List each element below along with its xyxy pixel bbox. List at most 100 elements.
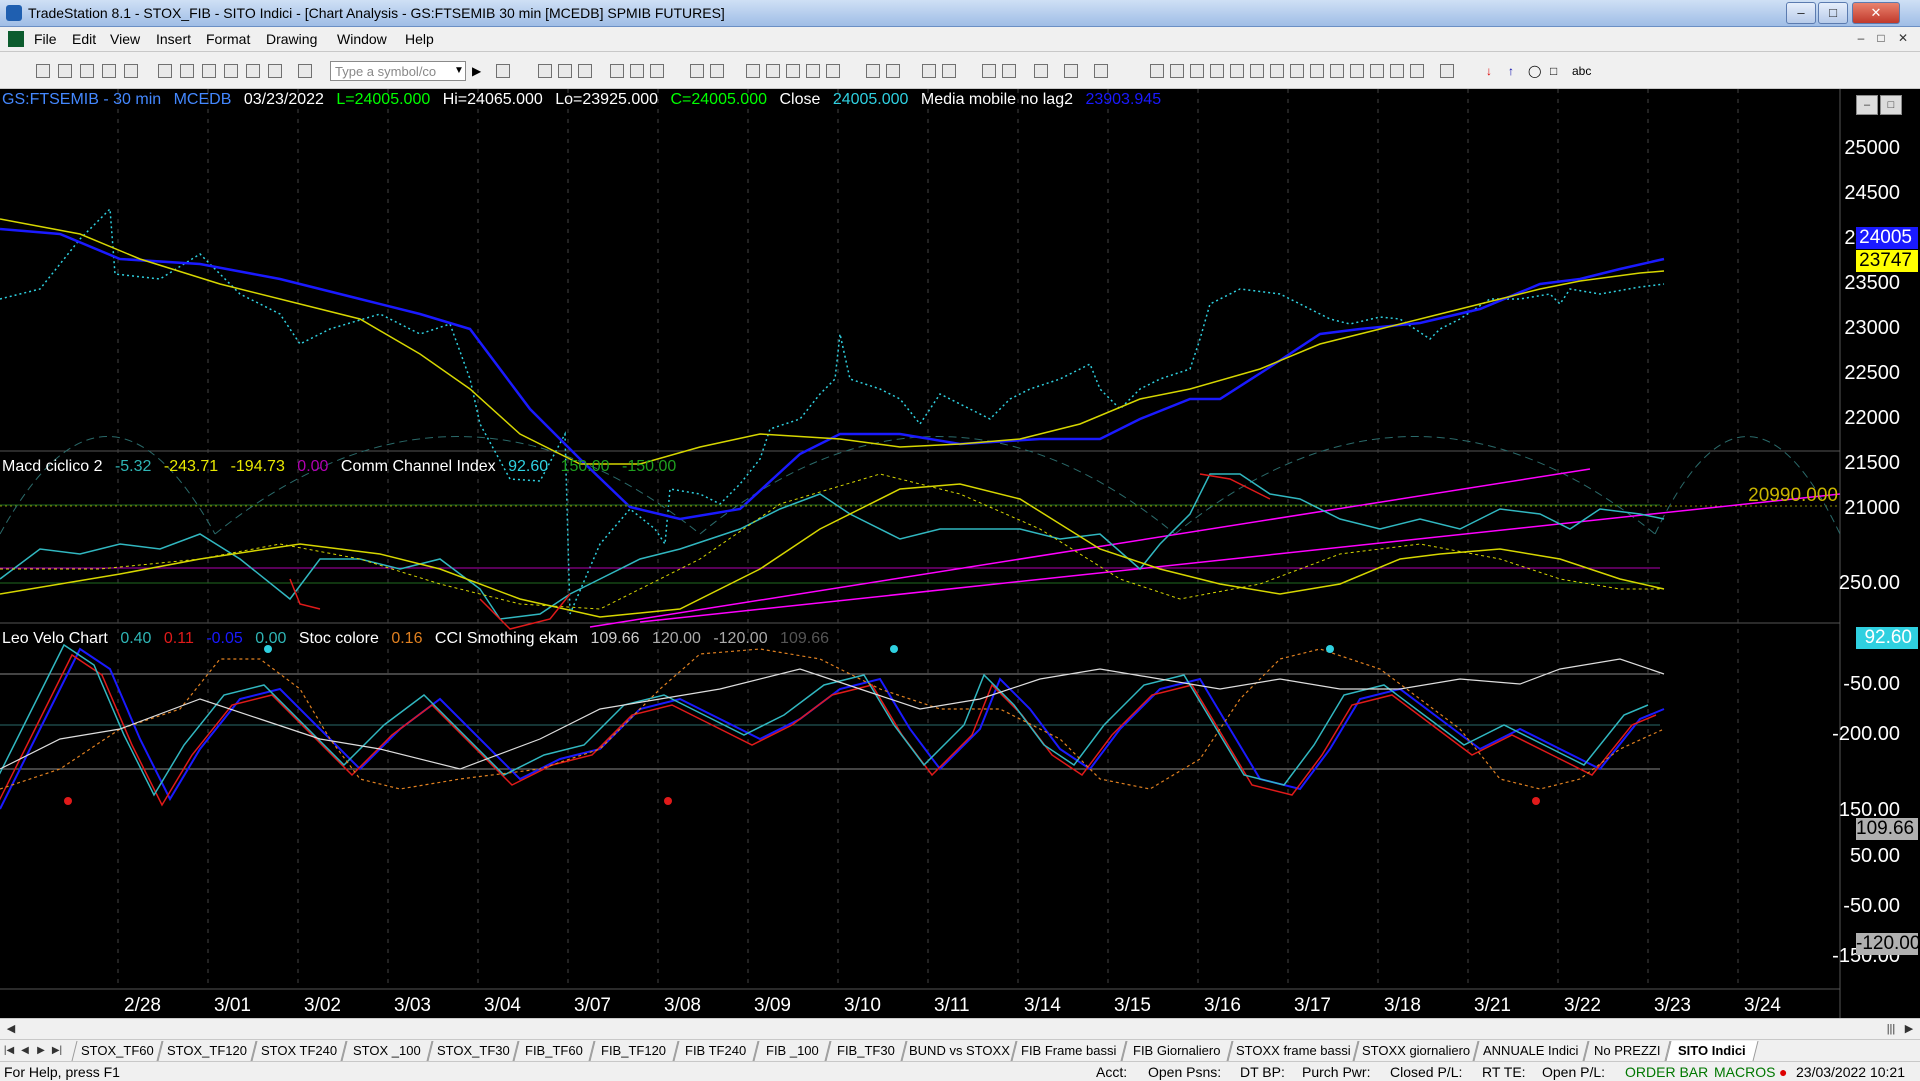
symbol-input[interactable]: Type a symbol/co	[330, 61, 466, 81]
find-icon[interactable]	[496, 64, 510, 78]
menu-drawing[interactable]: Drawing	[266, 31, 317, 47]
tab-stox-tf30[interactable]: STOX_TF30	[427, 1041, 519, 1061]
crosshair-icon[interactable]	[1002, 64, 1016, 78]
zoom-out-icon[interactable]	[942, 64, 956, 78]
tab-fib-tf240[interactable]: FIB TF240	[673, 1041, 759, 1061]
tab-sito-indici[interactable]: SITO Indici	[1665, 1041, 1759, 1061]
indicator-icon[interactable]	[630, 64, 644, 78]
tab-stoxx-frame-bassi[interactable]: STOXX frame bassi	[1227, 1041, 1359, 1061]
menu-help[interactable]: Help	[405, 31, 434, 47]
link-icon[interactable]	[710, 64, 724, 78]
status-order-bar[interactable]: ORDER BAR	[1625, 1064, 1708, 1080]
gear-icon[interactable]	[746, 64, 760, 78]
zoom-in-icon[interactable]	[922, 64, 936, 78]
horizontal-line-icon[interactable]	[1190, 64, 1204, 78]
folder-icon[interactable]	[124, 64, 138, 78]
tab-stox-100[interactable]: STOX _100	[341, 1041, 433, 1061]
tab-fib-tf120[interactable]: FIB_TF120	[589, 1041, 679, 1061]
scroll-left-icon[interactable]: ◀	[2, 1020, 20, 1038]
play-arrow-icon[interactable]: ▶	[472, 64, 481, 78]
text-tool-icon[interactable]: abc	[1572, 64, 1591, 78]
scroll-right-icon[interactable]: ▶	[1900, 1020, 1918, 1038]
arrow-lr-icon[interactable]	[1330, 64, 1344, 78]
window-icon[interactable]	[690, 64, 704, 78]
maximize-button[interactable]: □	[1818, 2, 1848, 24]
open-icon[interactable]	[58, 64, 72, 78]
mdi-minimize-button[interactable]: –	[1852, 31, 1870, 47]
chevron-down-icon[interactable]: ▼	[452, 61, 466, 81]
tab-stox-tf240[interactable]: STOX TF240	[251, 1041, 347, 1061]
symbol-lookup-icon[interactable]	[298, 64, 312, 78]
scanner-icon[interactable]	[766, 64, 780, 78]
bar-chart-icon[interactable]	[538, 64, 552, 78]
gann-icon[interactable]	[1250, 64, 1264, 78]
menu-window[interactable]: Window	[337, 31, 387, 47]
menu-edit[interactable]: Edit	[72, 31, 96, 47]
curve-icon[interactable]	[1440, 64, 1454, 78]
tab-annuale-indici[interactable]: ANNUALE Indici	[1473, 1041, 1589, 1061]
trendline-icon[interactable]	[1150, 64, 1164, 78]
order-icon[interactable]	[1064, 64, 1078, 78]
tab-bund-vs-stoxx[interactable]: BUND vs STOXX	[901, 1041, 1017, 1061]
chart-window[interactable]: GS:FTSEMIB - 30 min MCEDB 03/23/2022 L=2…	[0, 89, 1920, 1019]
tab-stox-tf120[interactable]: STOX_TF120	[157, 1041, 257, 1061]
print-preview-icon[interactable]	[180, 64, 194, 78]
bar-icon[interactable]	[786, 64, 800, 78]
arrow-up-icon[interactable]: ↑	[1508, 64, 1514, 78]
rectangle-icon[interactable]: □	[1550, 64, 1557, 78]
candle-icon[interactable]	[806, 64, 820, 78]
mdi-restore-button[interactable]: □	[1872, 31, 1890, 47]
regression-icon[interactable]	[1290, 64, 1304, 78]
circle-icon[interactable]: ◯	[1528, 64, 1541, 78]
tab-fib-frame-bassi[interactable]: FIB Frame bassi	[1011, 1041, 1127, 1061]
vertical-line-icon[interactable]	[1170, 64, 1184, 78]
tab-fib-tf30[interactable]: FIB_TF30	[825, 1041, 907, 1061]
arc-icon[interactable]	[1370, 64, 1384, 78]
arrow-down-icon[interactable]: ↓	[1486, 64, 1492, 78]
channel-icon[interactable]	[1210, 64, 1224, 78]
fibonacci-icon[interactable]	[1230, 64, 1244, 78]
tools-icon[interactable]	[1034, 64, 1048, 78]
menu-file[interactable]: File	[34, 31, 57, 47]
close-button[interactable]: ✕	[1852, 2, 1900, 24]
print-icon[interactable]	[158, 64, 172, 78]
parallel-icon[interactable]	[1350, 64, 1364, 78]
scroll-grip-icon[interactable]: |||	[1882, 1020, 1900, 1038]
next-tab-icon[interactable]: ▶	[34, 1043, 48, 1059]
andrews-pitchfork-icon[interactable]	[1270, 64, 1284, 78]
pencil-icon[interactable]	[1410, 64, 1424, 78]
lock-icon[interactable]	[224, 64, 238, 78]
menu-view[interactable]: View	[110, 31, 140, 47]
globe-icon[interactable]	[268, 64, 282, 78]
tab-stox-tf60[interactable]: STOX_TF60	[71, 1041, 163, 1061]
tab-fib-100[interactable]: FIB _100	[753, 1041, 831, 1061]
chart-canvas[interactable]	[0, 89, 1920, 1019]
ellipse-tool-icon[interactable]	[1390, 64, 1404, 78]
mdi-close-button[interactable]: ✕	[1894, 31, 1912, 47]
disk-icon[interactable]	[202, 64, 216, 78]
status-macros[interactable]: MACROS	[1714, 1064, 1775, 1080]
grid-icon[interactable]	[578, 64, 592, 78]
tab-no-prezzi[interactable]: No PREZZI	[1583, 1041, 1671, 1061]
menu-format[interactable]: Format	[206, 31, 250, 47]
pane-restore-button[interactable]: □	[1880, 95, 1902, 115]
horizontal-scrollbar[interactable]: ◀ ||| ▶	[0, 1018, 1920, 1039]
pane-minimize-button[interactable]: –	[1856, 95, 1878, 115]
tab-fib-tf60[interactable]: FIB_TF60	[513, 1041, 595, 1061]
open-workspace-icon[interactable]	[80, 64, 94, 78]
macro-icon[interactable]	[246, 64, 260, 78]
menu-insert[interactable]: Insert	[156, 31, 191, 47]
expand-icon[interactable]	[866, 64, 880, 78]
ohlc-icon[interactable]	[826, 64, 840, 78]
workspace-icon[interactable]	[102, 64, 116, 78]
chart-style-icon[interactable]	[610, 64, 624, 78]
minimize-button[interactable]: –	[1786, 2, 1816, 24]
speed-lines-icon[interactable]	[1310, 64, 1324, 78]
prev-tab-icon[interactable]: ◀	[18, 1043, 32, 1059]
alert-icon[interactable]	[1094, 64, 1108, 78]
pointer-icon[interactable]	[982, 64, 996, 78]
last-tab-icon[interactable]: ▶|	[50, 1043, 64, 1059]
strategy-icon[interactable]	[650, 64, 664, 78]
table-icon[interactable]	[558, 64, 572, 78]
first-tab-icon[interactable]: |◀	[2, 1043, 16, 1059]
